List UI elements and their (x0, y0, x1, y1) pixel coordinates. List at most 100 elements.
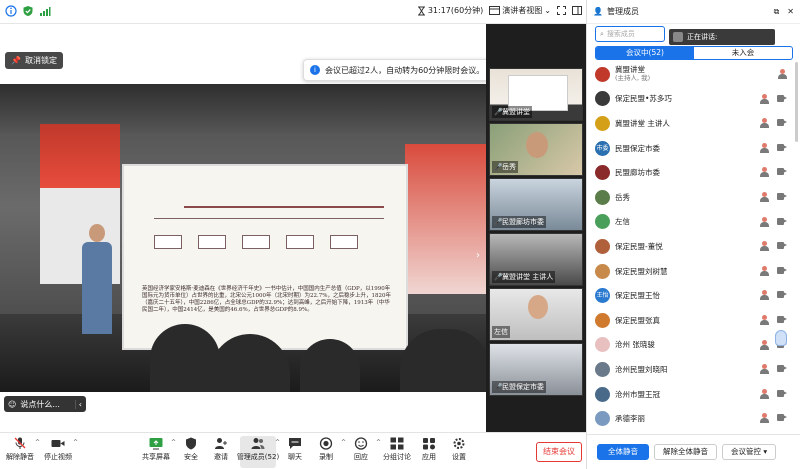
thumbnail-tile[interactable]: 🎤 民盟廊坊市委 (489, 178, 583, 231)
mic-status-icon[interactable] (760, 167, 769, 178)
camera-icon[interactable] (777, 192, 787, 200)
mic-status-icon[interactable] (760, 364, 769, 375)
mic-status-icon[interactable] (760, 216, 769, 227)
camera-icon[interactable] (777, 94, 787, 102)
unlock-button[interactable]: 📌 取消锁定 (5, 52, 63, 69)
member-row[interactable]: 保定民盟•苏多巧 (587, 87, 800, 112)
mic-status-icon[interactable] (760, 314, 769, 325)
member-row[interactable]: 承德李丽 (587, 406, 800, 431)
member-row[interactable]: 沧州市盟王冠 (587, 382, 800, 407)
member-row[interactable]: 冀盟讲堂 (主持人, 我) (587, 62, 800, 87)
right-wall-banner (405, 144, 486, 294)
member-row[interactable]: 岳秀 (587, 185, 800, 210)
raise-hand-icon[interactable] (775, 330, 787, 346)
end-meeting-button[interactable]: 结束会议 (536, 442, 582, 462)
collapse-chevron-icon[interactable]: ‹ (74, 399, 82, 409)
camera-icon[interactable] (777, 389, 787, 397)
camera-icon[interactable] (777, 365, 787, 373)
member-row[interactable]: 沧州 张晓骏 (587, 333, 800, 358)
member-row[interactable]: 沧州民盟刘晓阳 (587, 357, 800, 382)
camera-icon[interactable] (777, 119, 787, 127)
mic-status-icon[interactable] (760, 388, 769, 399)
thumbnail-tile[interactable]: 左信 (489, 288, 583, 341)
camera-icon[interactable] (777, 217, 787, 225)
mic-status-icon[interactable] (778, 69, 787, 79)
panel-header: 👤 管理成员 ⧉ ✕ (587, 0, 800, 24)
camera-icon[interactable] (777, 242, 787, 250)
speaking-indicator: 正在讲话: (669, 29, 775, 45)
unmute-all-button[interactable]: 解除全体静音 (654, 444, 717, 460)
record-button[interactable]: 录制 ^ (310, 436, 346, 468)
mic-status-icon[interactable] (760, 93, 769, 104)
camera-icon[interactable] (777, 291, 787, 299)
member-row[interactable]: 保定民盟张真 (587, 308, 800, 333)
slide-timeline (154, 218, 384, 268)
member-name: 岳秀 (615, 192, 630, 202)
pin-icon: 📌 (11, 56, 21, 65)
meeting-timer: 31:17(60分钟) (417, 5, 483, 16)
mic-status-icon[interactable] (760, 339, 769, 350)
speaker-view-button[interactable]: 演讲者视图 ⌄ (489, 5, 551, 16)
member-list-scrollbar[interactable] (795, 62, 798, 142)
mic-status-icon[interactable] (760, 191, 769, 202)
camera-icon[interactable] (777, 414, 787, 422)
invite-button[interactable]: 邀请 (205, 436, 237, 468)
share-screen-button[interactable]: 共享屏幕 ^ (140, 436, 176, 468)
member-row[interactable]: 王怡 保定民盟王怡 (587, 283, 800, 308)
layout-toggle-button[interactable] (572, 6, 582, 15)
fullscreen-button[interactable] (557, 6, 566, 15)
meeting-control-button[interactable]: 会议管控 ▾ (722, 444, 777, 460)
member-row[interactable]: 民盟廊坊市委 (587, 160, 800, 185)
mic-status-icon[interactable] (760, 118, 769, 129)
avatar (595, 165, 610, 181)
member-row[interactable]: 保定民盟-董悦 (587, 234, 800, 259)
mute-all-button[interactable]: 全体静音 (597, 444, 649, 460)
mic-status-icon[interactable] (760, 290, 769, 301)
avatar (673, 32, 683, 42)
chat-input-bar[interactable]: ☺ 说点什么... ‹ (4, 396, 86, 412)
time-limit-notification: i 会议已超过2人，自动转为60分钟限时会议。 ✕ (303, 59, 505, 81)
thumbnail-tile[interactable]: 🎤 冀盟讲堂 (489, 68, 583, 121)
participant-thumbnails: 🎤 冀盟讲堂 🎤 岳秀 🎤 民盟廊坊市委 🎤 冀盟讲堂 主讲人 左信 🎤 民盟保定市委 (486, 24, 586, 432)
presenter (80, 224, 114, 334)
emoji-icon[interactable]: ☺ (8, 400, 16, 409)
react-button[interactable]: 回应 ^ (345, 436, 381, 468)
tab-not-joined[interactable]: 未入会 (694, 47, 792, 59)
close-icon[interactable]: ✕ (787, 7, 794, 17)
info-icon[interactable] (5, 5, 17, 17)
camera-icon[interactable] (777, 266, 787, 274)
thumbnail-tile[interactable]: 🎤 民盟保定市委 (489, 343, 583, 396)
tab-in-meeting[interactable]: 会议中(52) (596, 47, 694, 59)
mic-status-icon[interactable] (760, 413, 769, 424)
member-row[interactable]: 市委 民盟保定市委 (587, 136, 800, 161)
thumbnail-tile[interactable]: 🎤 冀盟讲堂 主讲人 (489, 233, 583, 286)
unmute-button[interactable]: 解除静音 ^ (4, 436, 40, 468)
member-row[interactable]: 保定民盟刘树慧 (587, 259, 800, 284)
stop-video-button[interactable]: 停止视频 ^ (42, 436, 78, 468)
manage-members-button[interactable]: 管理成员(52) ^ (237, 436, 280, 468)
thumbnail-tile[interactable]: 🎤 岳秀 (489, 123, 583, 176)
search-icon: ⌕ (600, 29, 604, 38)
avatar (595, 263, 610, 279)
popout-icon[interactable]: ⧉ (774, 7, 780, 17)
member-search-input[interactable]: ⌕ 搜索成员 (595, 26, 665, 42)
settings-button[interactable]: 设置 (443, 436, 475, 468)
mic-icon: 🎤 (494, 218, 503, 226)
member-name: 冀盟讲堂 主讲人 (615, 118, 670, 128)
camera-icon[interactable] (777, 315, 787, 323)
chevron-up-icon[interactable]: ^ (35, 439, 40, 446)
mic-status-icon[interactable] (760, 142, 769, 153)
security-shield-icon[interactable] (22, 5, 34, 17)
bottom-toolbar: 解除静音^ 停止视频^ 共享屏幕^ 安全 邀请 管理成员(52)^ 聊天 (0, 432, 586, 469)
member-name: 沧州 张晓骏 (615, 340, 655, 350)
camera-icon[interactable] (777, 143, 787, 151)
member-row[interactable]: 左信 (587, 210, 800, 235)
mic-status-icon[interactable] (760, 241, 769, 252)
chevron-up-icon[interactable]: ^ (73, 439, 78, 446)
panel-footer: 全体静音 解除全体静音 会议管控 ▾ (587, 434, 800, 469)
smiley-icon (354, 437, 368, 450)
member-row[interactable]: 冀盟讲堂 主讲人 (587, 111, 800, 136)
camera-icon[interactable] (777, 168, 787, 176)
thumbnail-strip-arrow-icon[interactable]: › (476, 250, 480, 261)
mic-status-icon[interactable] (760, 265, 769, 276)
